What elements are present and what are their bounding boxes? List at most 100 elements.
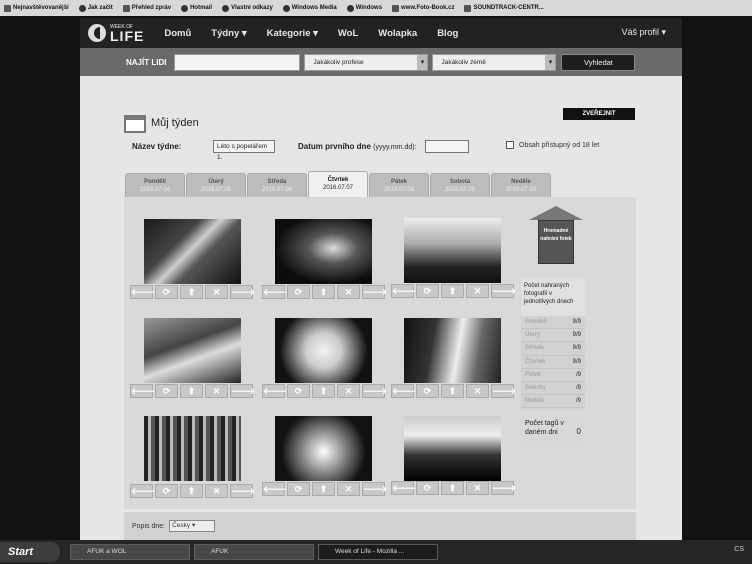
left-arrow-icon[interactable]: 🡐 <box>262 384 287 398</box>
delete-icon[interactable]: ✕ <box>466 481 489 495</box>
delete-icon[interactable]: ✕ <box>205 384 228 398</box>
up-icon[interactable]: ⬆ <box>180 285 203 299</box>
right-arrow-icon[interactable]: 🡒 <box>491 284 516 298</box>
bookmark-1[interactable]: Jak začít <box>78 4 113 12</box>
right-arrow-icon[interactable]: 🡒 <box>230 285 255 299</box>
up-icon[interactable]: ⬆ <box>312 482 335 496</box>
language-select[interactable]: Česky ▾ <box>169 520 216 532</box>
photo-7[interactable] <box>144 416 241 481</box>
rotate-icon[interactable]: ⟳ <box>416 384 439 398</box>
up-icon[interactable]: ⬆ <box>180 484 203 498</box>
start-button[interactable]: Start <box>0 542 60 562</box>
delete-icon[interactable]: ✕ <box>466 384 489 398</box>
right-arrow-icon[interactable]: 🡒 <box>230 484 255 498</box>
tab-saturday[interactable]: Sobota 2016.07.09 <box>430 173 490 197</box>
left-arrow-icon[interactable]: 🡐 <box>130 484 155 498</box>
tab-wednesday[interactable]: Středa 2016.07.06 <box>247 173 307 197</box>
count-row: Pátek/9 <box>521 369 585 382</box>
photo-5[interactable] <box>275 318 372 383</box>
up-icon[interactable]: ⬆ <box>441 481 464 495</box>
up-icon[interactable]: ⬆ <box>312 285 335 299</box>
tab-date: 2016.07.04 <box>139 187 171 193</box>
photo-8[interactable] <box>275 416 372 481</box>
adult-content-option[interactable]: Obsah přístupný od 18 let <box>506 141 599 149</box>
first-day-input[interactable] <box>425 140 469 153</box>
delete-icon[interactable]: ✕ <box>337 482 360 496</box>
nav-wol[interactable]: WoL <box>338 28 358 39</box>
right-arrow-icon[interactable]: 🡒 <box>491 481 516 495</box>
right-arrow-icon[interactable]: 🡒 <box>362 384 387 398</box>
up-icon[interactable]: ⬆ <box>180 384 203 398</box>
tab-friday[interactable]: Pátek 2016.07.08 <box>369 173 429 197</box>
taskbar-item-afuk-wol[interactable]: AFUK a WOL <box>70 544 190 560</box>
delete-icon[interactable]: ✕ <box>205 484 228 498</box>
bookmark-0[interactable]: Nejnavštěvovanější <box>4 4 69 12</box>
left-arrow-icon[interactable]: 🡐 <box>130 285 155 299</box>
rotate-icon[interactable]: ⟳ <box>287 384 310 398</box>
tab-tuesday[interactable]: Úterý 2016.07.05 <box>186 173 246 197</box>
rotate-icon[interactable]: ⟳ <box>416 481 439 495</box>
rotate-icon[interactable]: ⟳ <box>155 484 178 498</box>
up-icon[interactable]: ⬆ <box>441 284 464 298</box>
adult-checkbox[interactable] <box>506 141 514 149</box>
bookmark-6[interactable]: Windows <box>346 4 382 12</box>
nav-wolapka[interactable]: Wolapka <box>378 28 417 39</box>
delete-icon[interactable]: ✕ <box>337 384 360 398</box>
rotate-icon[interactable]: ⟳ <box>287 482 310 496</box>
profession-select[interactable]: Jakákoliv profese <box>304 53 429 71</box>
bulk-upload-button[interactable]: Hromadné nahrání fotek <box>529 206 583 264</box>
nav-home[interactable]: Domů <box>164 28 191 39</box>
nav-categories[interactable]: Kategorie ▾ <box>267 28 318 39</box>
rotate-icon[interactable]: ⟳ <box>416 284 439 298</box>
country-select[interactable]: Jakákoliv země <box>432 53 557 71</box>
right-arrow-icon[interactable]: 🡒 <box>362 482 387 496</box>
bookmark-8[interactable]: SOUNDTRACK-CENTR... <box>464 4 544 12</box>
taskbar-item-afuk[interactable]: AFUK <box>194 544 314 560</box>
right-arrow-icon[interactable]: 🡒 <box>491 384 516 398</box>
up-icon[interactable]: ⬆ <box>312 384 335 398</box>
nav-profile[interactable]: Váš profil ▾ <box>621 27 666 38</box>
count-day: Sobota <box>525 384 546 391</box>
left-arrow-icon[interactable]: 🡐 <box>391 384 416 398</box>
rotate-icon[interactable]: ⟳ <box>155 384 178 398</box>
left-arrow-icon[interactable]: 🡐 <box>262 482 287 496</box>
logo[interactable]: WEEK OF LIFE <box>88 24 144 43</box>
photo-3[interactable] <box>404 218 501 283</box>
right-arrow-icon[interactable]: 🡒 <box>362 285 387 299</box>
up-icon[interactable]: ⬆ <box>441 384 464 398</box>
publish-button[interactable]: ZVEŘEJNIT <box>563 108 635 120</box>
photo-2[interactable] <box>275 219 372 284</box>
bookmark-5[interactable]: Windows Media <box>282 4 337 12</box>
photo-9[interactable] <box>404 416 501 481</box>
photo-6[interactable] <box>404 318 501 383</box>
bookmark-4[interactable]: Vlastní odkazy <box>222 4 273 12</box>
nav-weeks[interactable]: Týdny ▾ <box>211 28 246 39</box>
photo-1[interactable] <box>144 219 241 284</box>
left-arrow-icon[interactable]: 🡐 <box>262 285 287 299</box>
tab-sunday[interactable]: Neděle 2016.07.10 <box>491 173 551 197</box>
language-indicator[interactable]: CS <box>734 546 744 553</box>
count-day: Středa <box>525 345 544 352</box>
tab-date: 2016.07.08 <box>383 187 415 193</box>
rotate-icon[interactable]: ⟳ <box>155 285 178 299</box>
taskbar-item-firefox[interactable]: Week of Life - Mozilla ... <box>318 544 438 560</box>
bookmark-7[interactable]: www.Foto-Book.cz <box>392 4 454 12</box>
delete-icon[interactable]: ✕ <box>337 285 360 299</box>
tab-monday[interactable]: Pondělí 2016.07.04 <box>125 173 185 197</box>
nav-blog[interactable]: Blog <box>437 28 458 39</box>
delete-icon[interactable]: ✕ <box>205 285 228 299</box>
rotate-icon[interactable]: ⟳ <box>287 285 310 299</box>
search-button[interactable]: Vyhledat <box>561 53 636 71</box>
bookmark-3[interactable]: Hotmail <box>181 4 212 12</box>
delete-icon[interactable]: ✕ <box>466 284 489 298</box>
right-arrow-icon[interactable]: 🡒 <box>230 384 255 398</box>
search-input[interactable] <box>174 53 301 71</box>
tab-thursday[interactable]: Čtvrtek 2016.07.07 <box>308 171 368 197</box>
tab-day: Neděle <box>511 179 531 185</box>
photo-4[interactable] <box>144 318 241 383</box>
left-arrow-icon[interactable]: 🡐 <box>391 481 416 495</box>
bookmark-2[interactable]: Přehled zpráv <box>122 4 171 12</box>
left-arrow-icon[interactable]: 🡐 <box>130 384 155 398</box>
week-name-input[interactable]: Léto s popelářem 1. <box>213 140 275 161</box>
left-arrow-icon[interactable]: 🡐 <box>391 284 416 298</box>
